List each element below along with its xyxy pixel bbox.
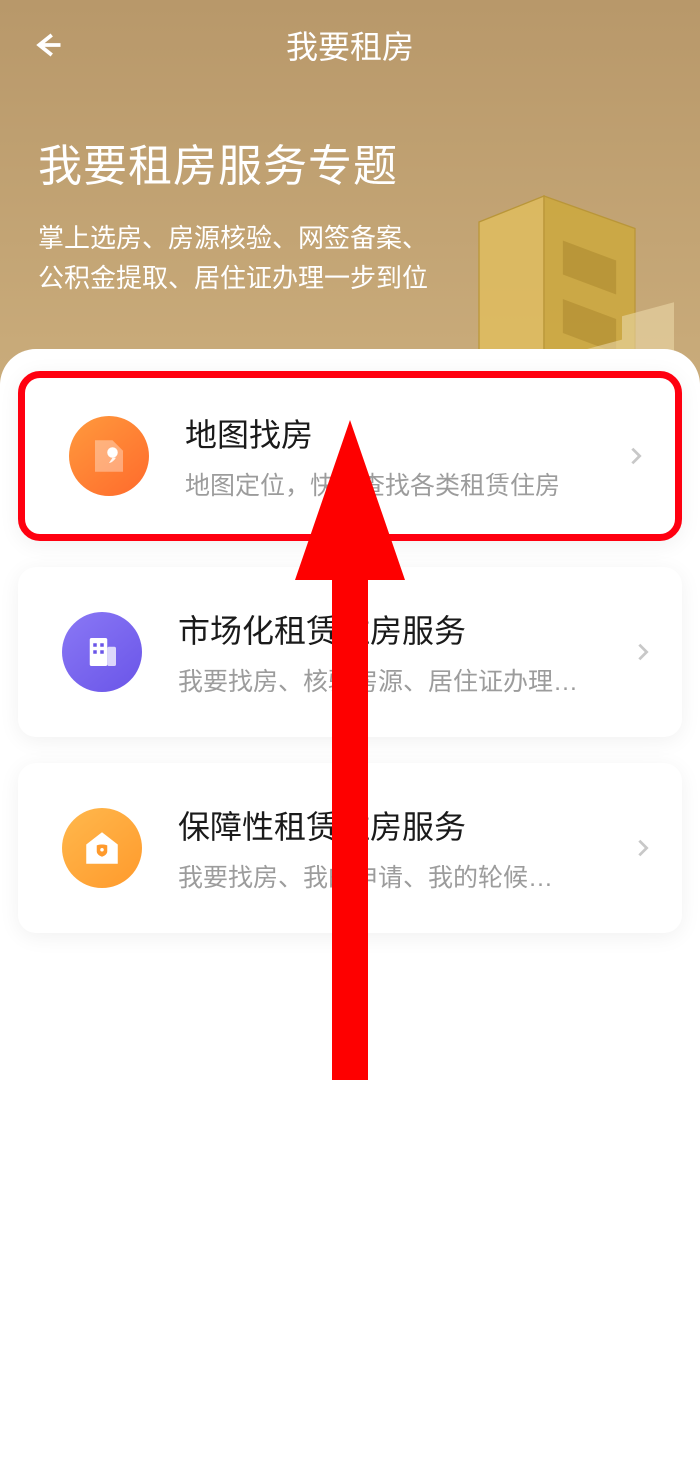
list-item-map-search[interactable]: 地图找房 地图定位，快捷查找各类租赁住房 bbox=[18, 371, 682, 541]
building-icon bbox=[62, 612, 142, 692]
back-button[interactable] bbox=[30, 27, 66, 63]
navbar: 我要租房 bbox=[0, 0, 700, 90]
list-item-text: 市场化租赁住房服务 我要找房、核验房源、居住证办理… bbox=[178, 606, 618, 698]
list-item-desc: 我要找房、我的申请、我的轮候… bbox=[178, 858, 618, 894]
arrow-left-icon bbox=[33, 30, 63, 60]
chevron-right-icon bbox=[632, 837, 654, 859]
house-shield-icon bbox=[62, 808, 142, 888]
page-title: 我要租房 bbox=[286, 22, 414, 68]
list-item-desc: 我要找房、核验房源、居住证办理… bbox=[178, 662, 618, 698]
list-item-title: 市场化租赁住房服务 bbox=[178, 606, 618, 652]
chevron-right-icon bbox=[625, 445, 647, 467]
banner-title: 我要租房服务专题 bbox=[38, 130, 662, 194]
map-pin-icon bbox=[69, 416, 149, 496]
list-item-text: 地图找房 地图定位，快捷查找各类租赁住房 bbox=[185, 410, 611, 502]
list-item-desc: 地图定位，快捷查找各类租赁住房 bbox=[185, 466, 611, 502]
list-item-title: 地图找房 bbox=[185, 410, 611, 456]
list-item-text: 保障性租赁住房服务 我要找房、我的申请、我的轮候… bbox=[178, 802, 618, 894]
list-item-title: 保障性租赁住房服务 bbox=[178, 802, 618, 848]
list-item-market-rental[interactable]: 市场化租赁住房服务 我要找房、核验房源、居住证办理… bbox=[18, 567, 682, 737]
banner-subtitle: 掌上选房、房源核验、网签备案、 公积金提取、居住证办理一步到位 bbox=[38, 218, 478, 299]
header-banner: 我要租房服务专题 掌上选房、房源核验、网签备案、 公积金提取、居住证办理一步到位 bbox=[0, 90, 700, 349]
content-sheet: 地图找房 地图定位，快捷查找各类租赁住房 市场化租赁住房服务 我要找房、核验房源… bbox=[0, 349, 700, 1479]
list-item-subsidized-rental[interactable]: 保障性租赁住房服务 我要找房、我的申请、我的轮候… bbox=[18, 763, 682, 933]
chevron-right-icon bbox=[632, 641, 654, 663]
